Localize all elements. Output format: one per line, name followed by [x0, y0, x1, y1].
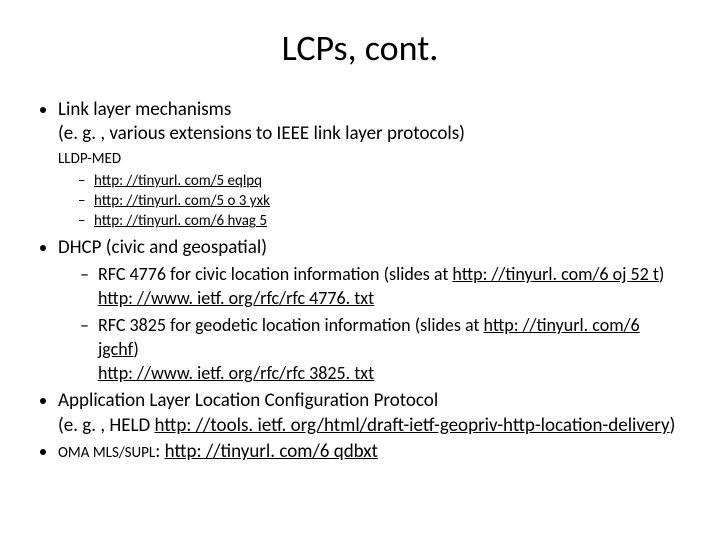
link[interactable]: http: //tinyurl. com/6 hvag 5 — [94, 212, 267, 230]
bullet-subtext: (e. g. , various extensions to IEEE link… — [58, 122, 684, 146]
bullet-dhcp: DHCP (civic and geospatial) RFC 4776 for… — [58, 236, 684, 386]
link[interactable]: http: //tinyurl. com/6 oj 52 t — [452, 263, 658, 285]
slide: LCPs, cont. Link layer mechanisms (e. g.… — [0, 0, 720, 540]
text: ) — [659, 263, 664, 285]
link[interactable]: http: //www. ietf. org/rfc/rfc 4776. txt — [98, 287, 374, 309]
text: RFC 4776 for civic location information … — [98, 263, 452, 285]
bullet-link-layer: Link layer mechanisms (e. g. , various e… — [58, 98, 684, 232]
list-item: http: //tinyurl. com/5 eqlpq — [78, 171, 684, 191]
link[interactable]: http: //tinyurl. com/5 o 3 yxk — [94, 192, 270, 210]
bullet-text: Link layer mechanisms — [58, 98, 684, 122]
link[interactable]: http: //tinyurl. com/5 eqlpq — [94, 172, 262, 190]
dhcp-sub-list: RFC 4776 for civic location information … — [58, 262, 684, 385]
lldp-label: LLDP-MED — [58, 149, 684, 169]
link[interactable]: http: //www. ietf. org/rfc/rfc 3825. txt — [98, 362, 374, 384]
link[interactable]: http: //tools. ietf. org/html/draft-ietf… — [154, 414, 669, 437]
bullet-text: Application Layer Location Configuration… — [58, 389, 684, 413]
bullet-app-layer: Application Layer Location Configuration… — [58, 389, 684, 438]
bullet-text: OMA MLS/SUPL — [58, 444, 155, 462]
list-item: http: //tinyurl. com/6 hvag 5 — [78, 211, 684, 231]
list-item: RFC 3825 for geodetic location informati… — [80, 313, 684, 386]
bullet-list: Link layer mechanisms (e. g. , various e… — [36, 98, 684, 464]
bullet-oma: OMA MLS/SUPL: http: //tinyurl. com/6 qdb… — [58, 440, 684, 464]
bullet-subtext: (e. g. , HELD http: //tools. ietf. org/h… — [58, 414, 684, 438]
text: RFC 3825 for geodetic location informati… — [98, 314, 484, 336]
list-item: http: //tinyurl. com/5 o 3 yxk — [78, 191, 684, 211]
bullet-text: DHCP (civic and geospatial) — [58, 236, 684, 260]
text: : — [155, 440, 164, 463]
slide-title: LCPs, cont. — [36, 26, 684, 70]
text: ) — [133, 338, 138, 360]
link[interactable]: http: //tinyurl. com/6 qdbxt — [165, 440, 378, 463]
lldp-links-list: http: //tinyurl. com/5 eqlpq http: //tin… — [58, 171, 684, 232]
list-item: RFC 4776 for civic location information … — [80, 262, 684, 311]
